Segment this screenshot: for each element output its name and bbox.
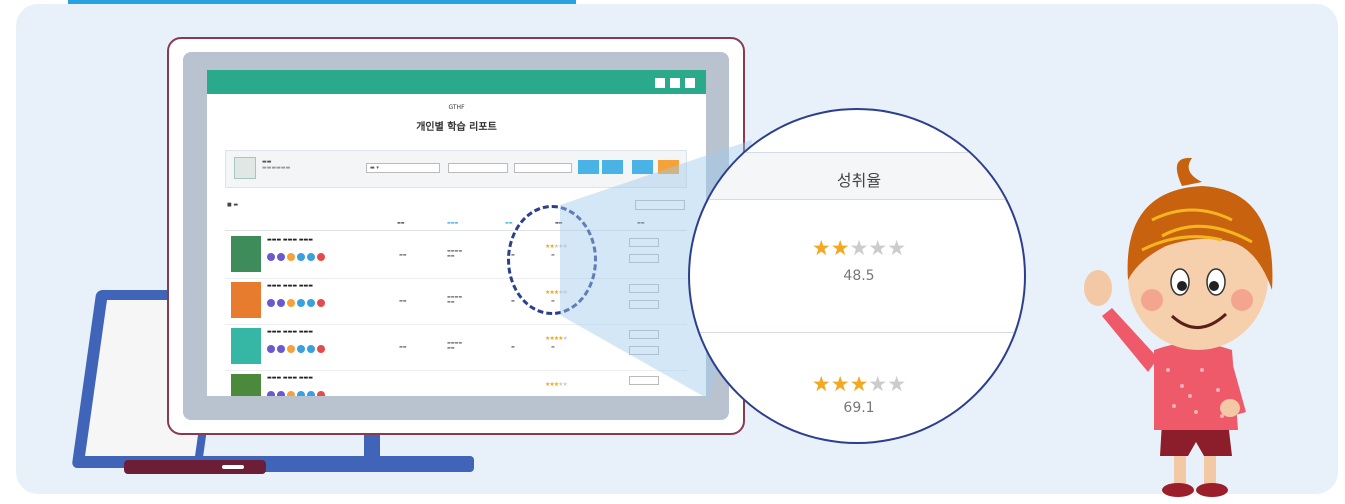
rating-stars-1: ★★★★★ — [811, 236, 907, 260]
magnifier-view: 성취율 ★★★★★ 48.5 ★★★★★ 69.1 — [688, 108, 1026, 444]
row-divider — [690, 332, 1024, 333]
rating-score-2: 69.1 — [843, 400, 875, 416]
column-header: 성취율 — [690, 152, 1024, 200]
rating-score-1: 48.5 — [843, 268, 875, 284]
boy-character-illustration — [1084, 157, 1273, 497]
rating-stars-2: ★★★★★ — [811, 372, 907, 396]
achievement-header: 성취율 — [836, 171, 882, 190]
